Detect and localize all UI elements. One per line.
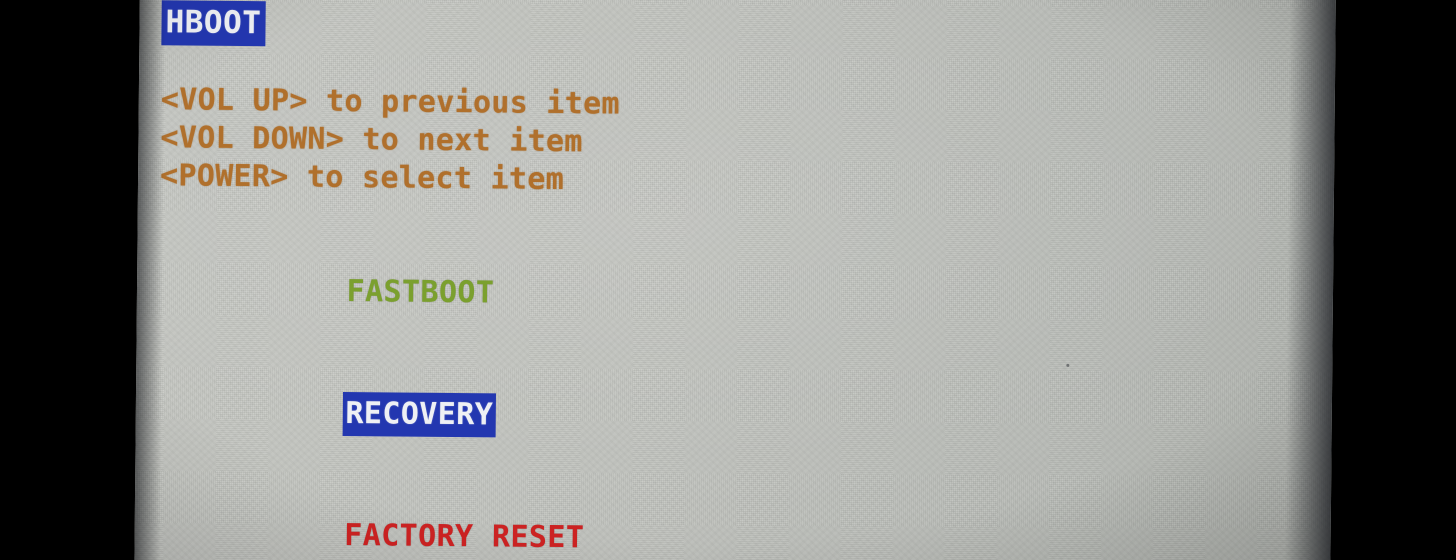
menu-item-label: FACTORY RESET: [344, 517, 585, 556]
key-instructions: <VOL UP> to previous item <VOL DOWN> to …: [160, 81, 620, 199]
instruction-power: <POWER> to select item: [159, 158, 565, 198]
menu-item-fastboot[interactable]: FASTBOOT: [158, 229, 590, 355]
menu-item-label: RECOVERY: [342, 391, 497, 438]
instruction-vol-down: <VOL DOWN> to next item: [160, 120, 583, 160]
menu-item-label: FASTBOOT: [346, 273, 495, 311]
bootloader-photo: HBOOT <VOL UP> to previous item <VOL DOW…: [0, 0, 1456, 560]
menu-item-recovery[interactable]: RECOVERY: [157, 351, 589, 477]
device-lcd-panel: HBOOT <VOL UP> to previous item <VOL DOW…: [134, 0, 1336, 560]
screen-title-row: HBOOT: [161, 0, 266, 47]
instruction-vol-up: <VOL UP> to previous item: [160, 82, 621, 122]
boot-menu: FASTBOOT RECOVERY FACTORY RESET CLEAR ST…: [151, 229, 590, 560]
page-title: HBOOT: [161, 0, 266, 47]
hboot-screen: HBOOT <VOL UP> to previous item <VOL DOW…: [156, 0, 1336, 560]
menu-item-factory-reset[interactable]: FACTORY RESET: [156, 473, 588, 560]
panel-dust-speck: [1066, 363, 1070, 367]
